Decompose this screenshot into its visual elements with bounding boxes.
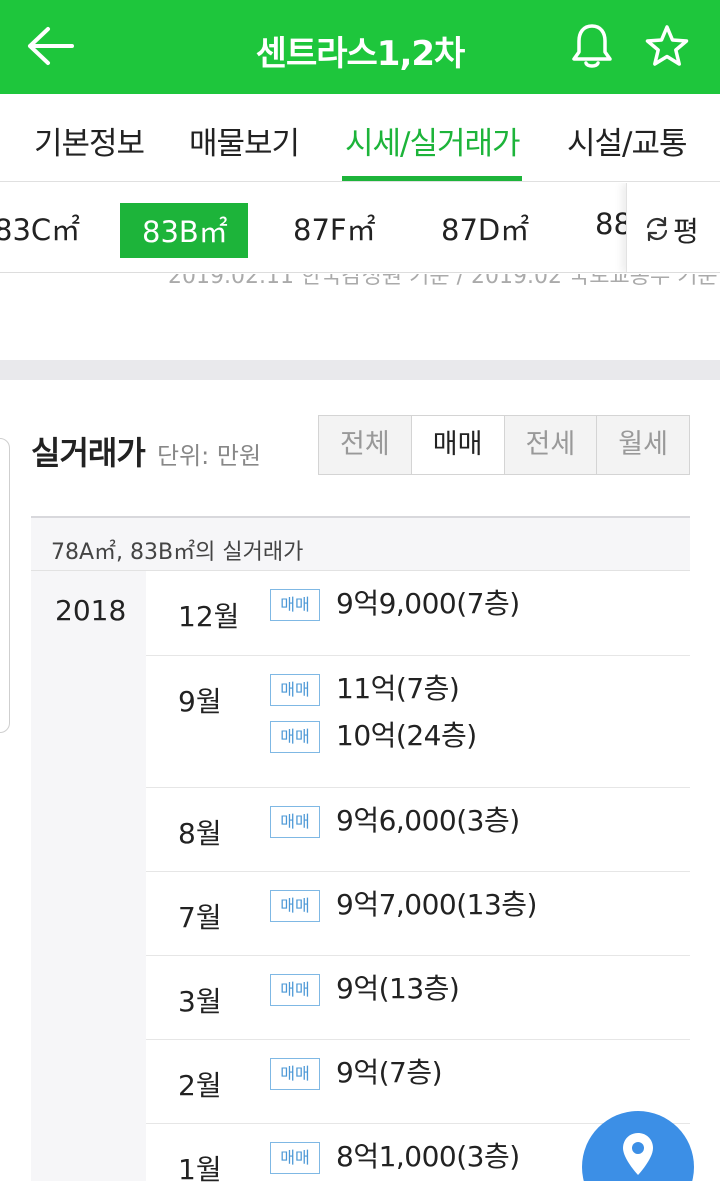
deal-price: 9억6,000(3층) bbox=[336, 804, 520, 837]
deal-type-badge: 매매 bbox=[270, 806, 320, 838]
deal-entry: 매매 9억7,000(13층) bbox=[270, 890, 537, 924]
source-date-clip: 2019.02.11 한국감정원 기준 / 2019.02 국토교통부 기준 bbox=[0, 274, 720, 294]
deal-entry: 매매 9억(13층) bbox=[270, 972, 460, 1008]
deal-price: 9억(13층) bbox=[336, 972, 460, 1005]
table-header: 78A㎡, 83B㎡의 실거래가 bbox=[31, 516, 690, 571]
deal-type-badge: 매매 bbox=[270, 1058, 320, 1090]
side-card-edge bbox=[0, 438, 10, 733]
unit-note: 단위: 만원 bbox=[157, 442, 262, 470]
unit-toggle-label: 평 bbox=[673, 215, 699, 248]
size-option[interactable]: 87D㎡ bbox=[441, 207, 529, 249]
refresh-icon bbox=[646, 216, 668, 242]
active-tab-indicator bbox=[342, 176, 522, 181]
deal-type-badge: 매매 bbox=[270, 721, 320, 753]
top-bar: 센트라스1,2차 bbox=[0, 0, 720, 94]
month-label: 8월 bbox=[178, 817, 222, 850]
deal-entry: 매매 10억(24층) bbox=[270, 721, 477, 755]
month-row: 9월 매매 11억(7층) 매매 10억(24층) bbox=[146, 656, 690, 788]
deal-price: 8억1,000(3층) bbox=[336, 1140, 520, 1173]
unit-toggle-button[interactable]: 평 bbox=[626, 183, 720, 272]
star-icon[interactable] bbox=[644, 24, 690, 68]
deal-entry: 매매 9억9,000(7층) bbox=[270, 589, 520, 623]
deal-type-filter: 전체 매매 전세 월세 bbox=[318, 415, 690, 475]
deal-price: 9억7,000(13층) bbox=[336, 888, 537, 921]
month-row: 8월 매매 9억6,000(3층) bbox=[146, 788, 690, 872]
section-divider bbox=[0, 360, 720, 380]
year-column bbox=[31, 571, 146, 1181]
bell-icon[interactable] bbox=[570, 22, 614, 70]
main-tabs: 기본정보 매물보기 시세/실거래가 시설/교통 bbox=[0, 94, 720, 182]
deal-entry: 매매 9억(7층) bbox=[270, 1056, 443, 1092]
source-date-text: 2019.02.11 한국감정원 기준 / 2019.02 국토교통부 기준 bbox=[168, 274, 718, 289]
month-row: 12월 매매 9억9,000(7층) bbox=[146, 571, 690, 656]
tab-basic-info[interactable]: 기본정보 bbox=[34, 118, 145, 163]
filter-all[interactable]: 전체 bbox=[319, 416, 412, 474]
size-selector: 83C㎡ 83B㎡ 87F㎡ 87D㎡ 88 평 bbox=[0, 183, 720, 273]
size-option-selected[interactable]: 83B㎡ bbox=[120, 203, 248, 258]
deal-price: 9억9,000(7층) bbox=[336, 587, 520, 620]
filter-sale[interactable]: 매매 bbox=[411, 416, 505, 474]
deal-price: 11억(7층) bbox=[336, 672, 460, 705]
deal-entry: 매매 9억6,000(3층) bbox=[270, 806, 520, 840]
size-option[interactable]: 83C㎡ bbox=[0, 207, 80, 249]
filter-jeonse[interactable]: 전세 bbox=[504, 416, 598, 474]
month-row: 2월 매매 9억(7층) bbox=[146, 1040, 690, 1124]
month-label: 1월 bbox=[178, 1153, 222, 1186]
tab-price-transactions[interactable]: 시세/실거래가 bbox=[345, 118, 521, 163]
month-row: 3월 매매 9억(13층) bbox=[146, 956, 690, 1040]
map-pin-icon bbox=[623, 1133, 653, 1175]
deal-entry: 매매 11억(7층) bbox=[270, 672, 460, 708]
month-label: 7월 bbox=[178, 901, 222, 934]
deal-price: 10억(24층) bbox=[336, 719, 477, 752]
month-label: 2월 bbox=[178, 1069, 222, 1102]
deal-type-badge: 매매 bbox=[270, 974, 320, 1006]
size-option[interactable]: 87F㎡ bbox=[293, 207, 376, 249]
deal-type-badge: 매매 bbox=[270, 674, 320, 706]
deal-type-badge: 매매 bbox=[270, 1142, 320, 1174]
month-row: 7월 매매 9억7,000(13층) bbox=[146, 872, 690, 956]
month-label: 3월 bbox=[178, 985, 222, 1018]
month-label: 9월 bbox=[178, 685, 222, 718]
year-label: 2018 bbox=[55, 594, 127, 627]
tab-listings[interactable]: 매물보기 bbox=[189, 118, 300, 163]
filter-monthly-rent[interactable]: 월세 bbox=[597, 416, 689, 474]
deal-type-badge: 매매 bbox=[270, 589, 320, 621]
deal-price: 9억(7층) bbox=[336, 1056, 443, 1089]
deal-type-badge: 매매 bbox=[270, 890, 320, 922]
tab-facilities-transport[interactable]: 시설/교통 bbox=[567, 118, 688, 163]
section-title: 실거래가 bbox=[31, 434, 146, 472]
deal-entry: 매매 8억1,000(3층) bbox=[270, 1142, 520, 1176]
month-label: 12월 bbox=[178, 600, 240, 633]
